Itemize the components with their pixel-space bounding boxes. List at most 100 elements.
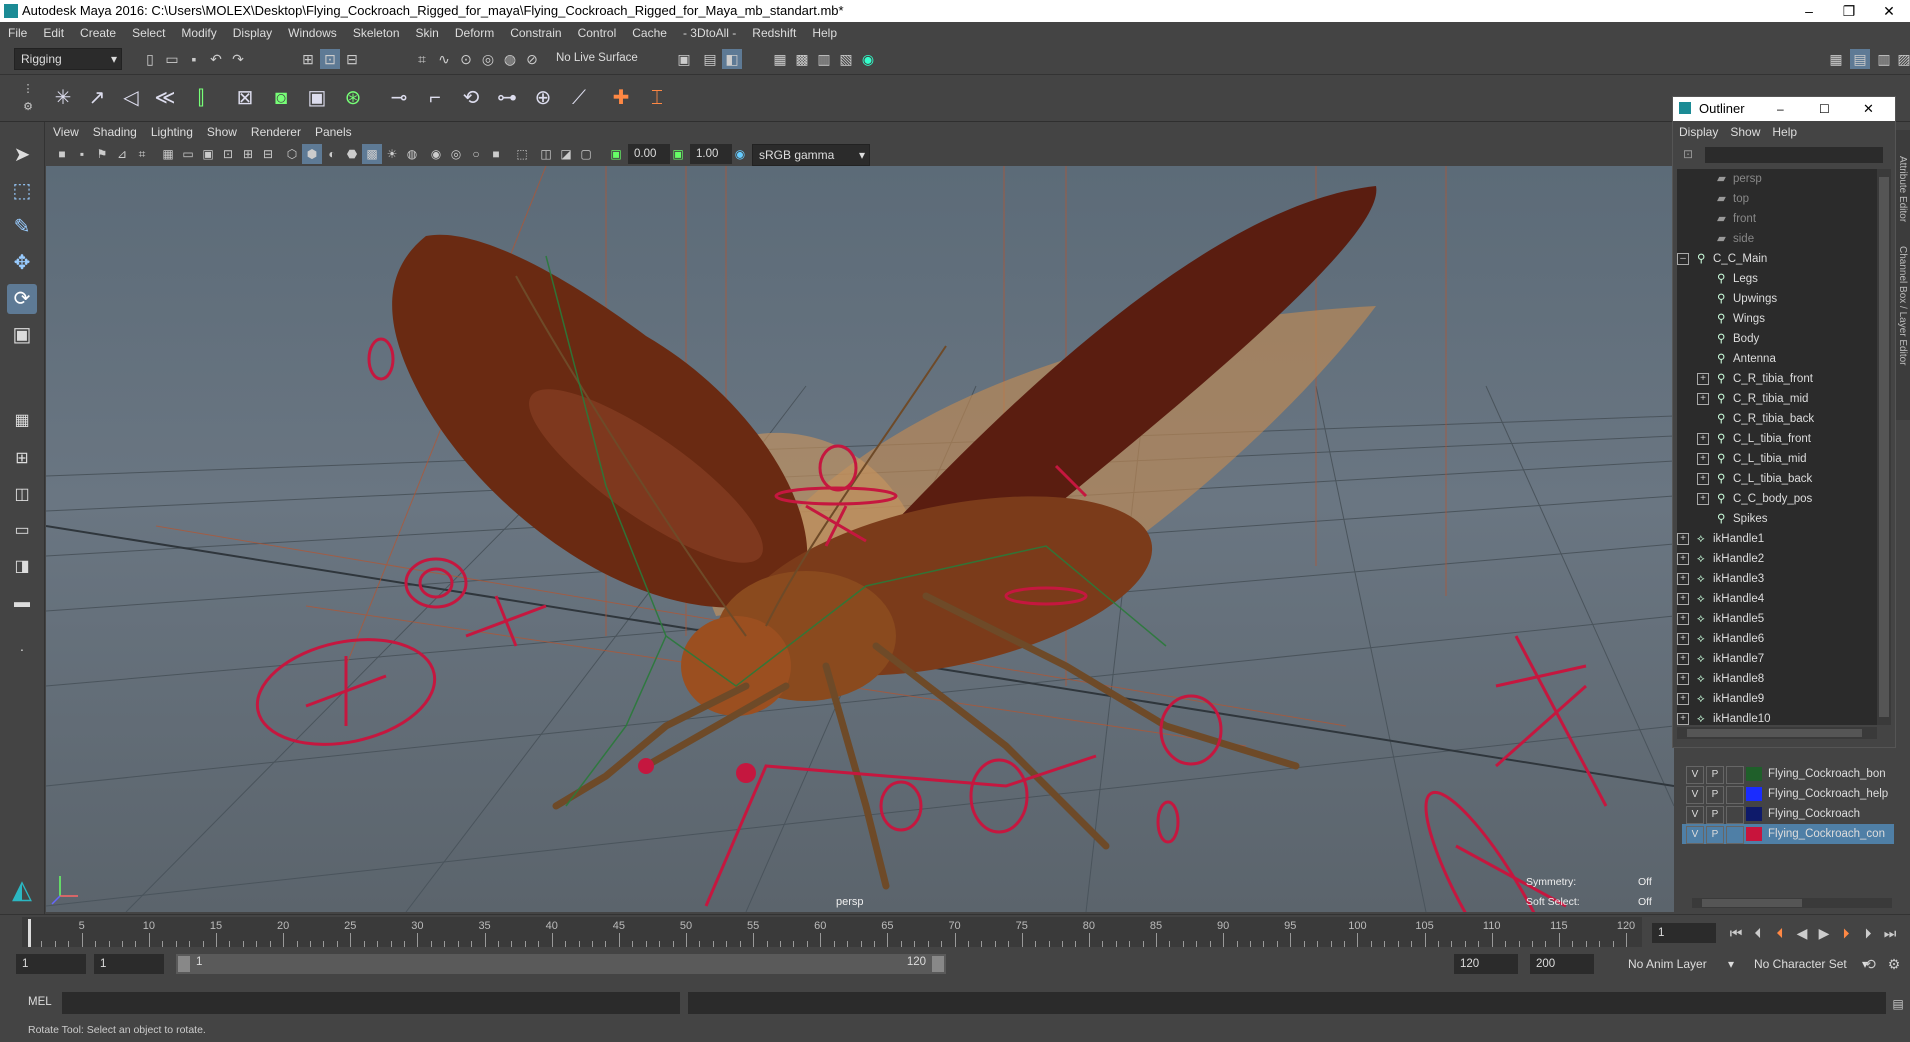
bookmark-icon[interactable]: ⚑	[92, 144, 112, 164]
current-frame-field[interactable]: 1	[1652, 923, 1716, 943]
step-forward-frame-icon[interactable]: ⏵	[1858, 923, 1878, 943]
range-start-handle[interactable]	[178, 956, 190, 972]
expand-icon[interactable]: +	[1697, 393, 1709, 405]
expand-icon[interactable]: +	[1677, 593, 1689, 605]
viewport-menu-panels[interactable]: Panels	[308, 122, 359, 142]
four-view-layout-icon[interactable]: ⊞	[7, 444, 37, 474]
outliner-scrollbar[interactable]	[1877, 169, 1891, 725]
motion-blur-icon[interactable]: ◎	[446, 144, 466, 164]
expand-icon[interactable]: +	[1677, 633, 1689, 645]
outliner-menu-help[interactable]: Help	[1766, 121, 1803, 143]
outliner-item[interactable]: + ⚲ C_L_tibia_mid	[1677, 449, 1877, 469]
expand-icon[interactable]: +	[1677, 713, 1689, 725]
layer-visibility-toggle[interactable]: V	[1686, 786, 1704, 804]
use-all-lights-icon[interactable]: ☀	[382, 144, 402, 164]
menu-redshift[interactable]: Redshift	[744, 22, 804, 44]
attribute-editor-tab[interactable]: Attribute Editor	[1896, 130, 1910, 240]
xray-joints-icon[interactable]: ◪	[556, 144, 576, 164]
viewport-menu-shading[interactable]: Shading	[86, 122, 144, 142]
anti-aliasing-icon[interactable]: ○	[466, 144, 486, 164]
mirror-joint-icon[interactable]: ◁	[116, 83, 146, 113]
expand-icon[interactable]: +	[1677, 613, 1689, 625]
camera-attributes-icon[interactable]: ▪	[72, 144, 92, 164]
outliner-item[interactable]: ⚲ Upwings	[1677, 289, 1877, 309]
render-view-icon[interactable]: ▦	[770, 49, 790, 69]
character-set-dropdown[interactable]: No Character Set ▾	[1748, 954, 1872, 974]
scene-start-field[interactable]: 1	[16, 954, 86, 974]
expand-icon[interactable]: +	[1697, 433, 1709, 445]
go-to-start-icon[interactable]: ⏮	[1726, 923, 1746, 943]
select-component-icon[interactable]: ⊟	[342, 49, 362, 69]
menu-3dtoall[interactable]: - 3DtoAll -	[675, 22, 744, 44]
wireframe-on-shaded-icon[interactable]: ⬣	[342, 144, 362, 164]
gate-mask-icon[interactable]: ▣	[198, 144, 218, 164]
depth-of-field-icon[interactable]: ■	[486, 144, 506, 164]
command-input[interactable]	[62, 992, 680, 1014]
layer-color-swatch[interactable]	[1746, 807, 1762, 821]
expand-icon[interactable]: +	[1677, 573, 1689, 585]
interactive-bind-icon[interactable]: ▣	[302, 83, 332, 113]
outliner-item[interactable]: ▰ side	[1677, 229, 1877, 249]
viewport-menu-view[interactable]: View	[46, 122, 86, 142]
scene-end-field[interactable]: 200	[1530, 954, 1594, 974]
playback-start-field[interactable]: 1	[94, 954, 164, 974]
single-perspective-view-icon[interactable]: ▦	[7, 406, 37, 436]
lattice-icon[interactable]: ⌐	[420, 83, 450, 113]
blend-shape-icon[interactable]: ⊶	[492, 83, 522, 113]
isolate-select-icon[interactable]: ⬚	[512, 144, 532, 164]
expand-icon[interactable]: +	[1697, 493, 1709, 505]
menu-deform[interactable]: Deform	[447, 22, 502, 44]
exposure-field[interactable]: 0.00	[628, 144, 670, 164]
menu-control[interactable]: Control	[570, 22, 625, 44]
script-editor-layout-icon[interactable]: ▬	[7, 588, 37, 618]
xray-icon[interactable]: ◫	[536, 144, 556, 164]
menu-modify[interactable]: Modify	[173, 22, 224, 44]
display-layer-row[interactable]: V P Flying_Cockroach_bon	[1682, 764, 1894, 784]
outliner-item[interactable]: ⚲ Legs	[1677, 269, 1877, 289]
playback-end-field[interactable]: 120	[1454, 954, 1518, 974]
outliner-item[interactable]: ▰ front	[1677, 209, 1877, 229]
attribute-editor-toggle-icon[interactable]: ▤	[1850, 49, 1870, 69]
move-tool-icon[interactable]: ✥	[7, 248, 37, 278]
layer-color-swatch[interactable]	[1746, 787, 1762, 801]
field-chart-icon[interactable]: ⊡	[218, 144, 238, 164]
redo-icon[interactable]: ↷	[228, 49, 248, 69]
hypershade-icon[interactable]: ◉	[858, 49, 878, 69]
maya-home-logo-icon[interactable]: ◭	[7, 874, 37, 904]
outliner-item[interactable]: ⚲ Antenna	[1677, 349, 1877, 369]
snap-surface-icon[interactable]: ◍	[500, 49, 520, 69]
expand-icon[interactable]: +	[1697, 373, 1709, 385]
menu-constrain[interactable]: Constrain	[502, 22, 569, 44]
bind-skin-icon[interactable]: ◙	[266, 83, 296, 113]
snap-curve-icon[interactable]: ∿	[434, 49, 454, 69]
display-layer-row[interactable]: V P Flying_Cockroach	[1682, 804, 1894, 824]
menu-skeleton[interactable]: Skeleton	[345, 22, 408, 44]
snap-live-icon[interactable]: ⊘	[522, 49, 542, 69]
range-end-handle[interactable]	[932, 956, 944, 972]
outliner-search-input[interactable]	[1705, 147, 1883, 163]
hypershade-layout-icon[interactable]: ◨	[7, 552, 37, 582]
outliner-item[interactable]: + ⟡ ikHandle3	[1677, 569, 1877, 589]
shelf-grip-icon[interactable]: ⋮	[18, 79, 38, 99]
shadows-icon[interactable]: ◍	[402, 144, 422, 164]
new-scene-icon[interactable]: ▯	[140, 49, 160, 69]
step-back-key-icon[interactable]: ⏴	[1770, 923, 1790, 943]
save-scene-icon[interactable]: ▪	[184, 49, 204, 69]
lasso-tool-icon[interactable]: ⬚	[7, 176, 37, 206]
color-management-icon[interactable]: ◉	[730, 144, 750, 164]
outliner-item[interactable]: ⚲ Body	[1677, 329, 1877, 349]
image-plane-icon[interactable]: ⊿	[112, 144, 132, 164]
use-default-material-icon[interactable]: ◐	[322, 144, 342, 164]
undo-icon[interactable]: ↶	[206, 49, 226, 69]
outliner-item[interactable]: + ⚲ C_L_tibia_front	[1677, 429, 1877, 449]
layer-visibility-toggle[interactable]: V	[1686, 826, 1704, 844]
layer-display-type-toggle[interactable]	[1726, 806, 1744, 824]
outliner-scroll-thumb[interactable]	[1879, 177, 1889, 717]
outliner-item[interactable]: ⚲ C_R_tibia_back	[1677, 409, 1877, 429]
outliner-item[interactable]: + ⟡ ikHandle10	[1677, 709, 1877, 725]
outliner-item[interactable]: ▰ persp	[1677, 169, 1877, 189]
modeling-toolkit-icon[interactable]: ▦	[1826, 49, 1846, 69]
step-back-frame-icon[interactable]: ⏴	[1748, 923, 1768, 943]
viewport-menu-renderer[interactable]: Renderer	[244, 122, 308, 142]
xray-components-icon[interactable]: ▢	[576, 144, 596, 164]
